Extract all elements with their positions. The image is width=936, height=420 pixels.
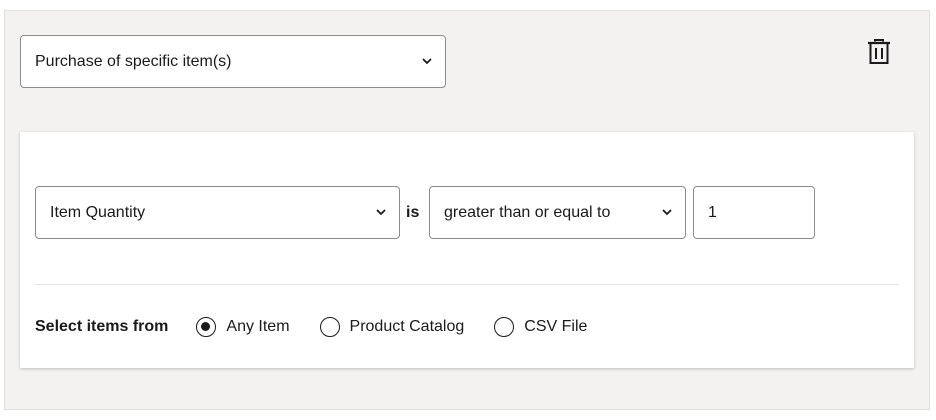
trigger-type-value: Purchase of specific item(s) bbox=[35, 52, 232, 70]
chevron-down-icon bbox=[376, 209, 386, 215]
operator-value: greater than or equal to bbox=[444, 203, 611, 221]
condition-card: Item Quantity is greater than or equal t… bbox=[20, 132, 914, 368]
radio-unselected-icon bbox=[494, 317, 515, 337]
radio-selected-icon bbox=[196, 317, 217, 337]
radio-csv-file[interactable]: CSV File bbox=[494, 317, 587, 337]
is-label: is bbox=[406, 203, 420, 221]
attribute-value: Item Quantity bbox=[50, 203, 146, 221]
chevron-down-icon bbox=[422, 58, 432, 64]
radio-any-item[interactable]: Any Item bbox=[196, 317, 290, 337]
attribute-select[interactable]: Item Quantity bbox=[35, 186, 400, 239]
radio-unselected-icon bbox=[319, 317, 340, 337]
divider bbox=[35, 284, 899, 285]
quantity-value-input[interactable] bbox=[693, 186, 815, 239]
operator-select[interactable]: greater than or equal to bbox=[429, 186, 686, 239]
item-source-label: Select items from bbox=[35, 318, 169, 335]
radio-label: CSV File bbox=[524, 318, 588, 335]
item-source-row: Select items from Any Item Product Catal… bbox=[35, 315, 617, 339]
radio-label: Any Item bbox=[226, 318, 290, 335]
radio-label: Product Catalog bbox=[349, 318, 465, 335]
trash-icon[interactable] bbox=[866, 38, 892, 66]
chevron-down-icon bbox=[662, 209, 672, 215]
rule-panel: Purchase of specific item(s) Item Quanti… bbox=[4, 10, 930, 410]
radio-product-catalog[interactable]: Product Catalog bbox=[319, 317, 465, 337]
trigger-type-select[interactable]: Purchase of specific item(s) bbox=[20, 35, 446, 88]
